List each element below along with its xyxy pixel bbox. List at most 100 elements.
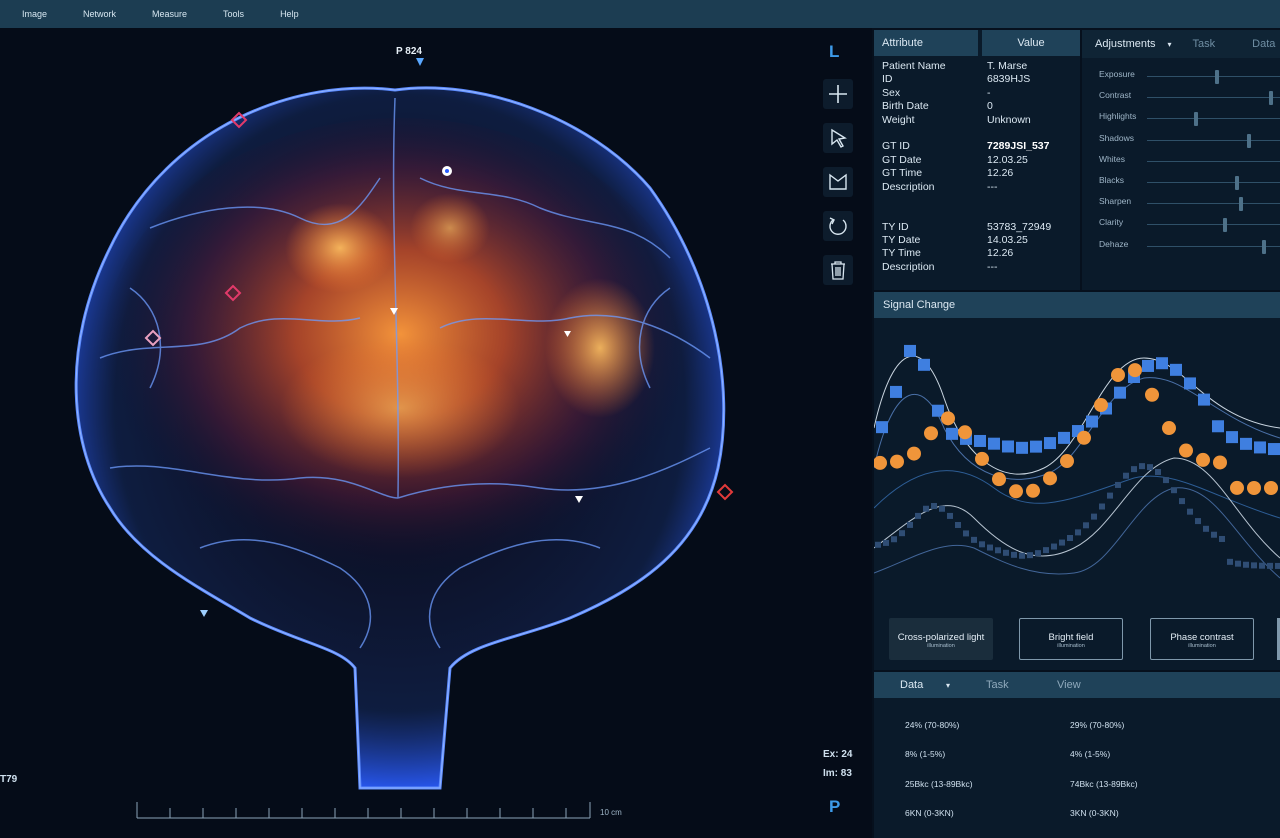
slider-track[interactable] — [1147, 160, 1280, 162]
series-dark-marker — [875, 541, 881, 548]
series-dark-marker — [1187, 508, 1193, 515]
slider-thumb[interactable] — [1247, 133, 1252, 148]
bright-field-button[interactable]: Bright field illumination — [1019, 618, 1123, 660]
slider-blacks[interactable]: Blacks — [1082, 171, 1280, 192]
series-dark-marker — [955, 521, 961, 528]
slider-track[interactable] — [1147, 182, 1280, 183]
slider-highlights[interactable]: Highlights — [1082, 107, 1280, 128]
slider-shadows[interactable]: Shadows — [1082, 129, 1280, 150]
attribute-column-header[interactable]: Attribute — [874, 30, 978, 56]
tab-task-bottom[interactable]: Task — [986, 679, 1009, 691]
series-dark-marker — [1115, 481, 1121, 488]
slider-thumb[interactable] — [1235, 176, 1240, 190]
slider-thumb[interactable] — [1268, 91, 1273, 106]
series-dark-marker — [1091, 513, 1097, 520]
attribute-value: 7289JSI_537 — [987, 140, 1050, 153]
slider-exposure[interactable]: Exposure — [1082, 65, 1280, 86]
rotate-icon — [829, 217, 847, 235]
slider-thumb[interactable] — [1223, 218, 1228, 233]
delete-tool-button[interactable] — [823, 255, 853, 285]
data-tabs: Data ▾ Task View — [874, 672, 1280, 698]
data-value-2b: 4% (1-5%) — [1070, 749, 1111, 759]
bright-field-sub: illumination — [1057, 643, 1085, 649]
slider-sharpen[interactable]: Sharpen — [1082, 192, 1280, 213]
tab-adjustments[interactable]: Adjustments — [1095, 38, 1156, 50]
series-dark-marker — [1019, 552, 1025, 559]
slider-track[interactable] — [1147, 224, 1280, 226]
slider-track[interactable] — [1147, 97, 1280, 99]
slider-thumb[interactable] — [1194, 112, 1199, 127]
slider-track[interactable] — [1147, 203, 1280, 205]
attribute-key: Birth Date — [882, 100, 929, 113]
slider-label: Dehaze — [1099, 238, 1129, 249]
series-orange-marker — [1094, 398, 1108, 413]
slider-thumb[interactable] — [1239, 197, 1244, 212]
series-blue-marker — [1016, 441, 1028, 454]
slider-track[interactable] — [1147, 245, 1280, 247]
slider-dehaze[interactable]: Dehaze — [1082, 235, 1280, 256]
attribute-key: ID — [882, 73, 893, 86]
tab-task[interactable]: Task — [1193, 38, 1216, 50]
menu-image[interactable]: Image — [22, 9, 47, 19]
menu-measure[interactable]: Measure — [152, 9, 187, 19]
attribute-key: GT Time — [882, 167, 923, 180]
plus-icon — [829, 85, 847, 103]
attribute-row: ID 6839HJS — [874, 73, 1080, 86]
adjustments-tabs: Adjustments ▾ Task Data — [1082, 30, 1280, 58]
slider-track[interactable] — [1147, 118, 1280, 120]
value-column-header[interactable]: Value — [982, 30, 1080, 56]
chevron-down-icon[interactable]: ▾ — [1168, 40, 1172, 49]
attribute-value: - — [987, 86, 991, 99]
select-tool-button[interactable] — [823, 123, 853, 153]
attribute-value: 12.26 — [987, 167, 1014, 180]
slider-whites[interactable]: Whites — [1082, 150, 1280, 171]
slider-label: Clarity — [1099, 217, 1124, 228]
slider-contrast[interactable]: Contrast — [1082, 86, 1280, 107]
phase-contrast-button[interactable]: Phase contrast illumination — [1150, 618, 1254, 660]
slider-track[interactable] — [1147, 76, 1280, 77]
tab-view-bottom[interactable]: View — [1057, 679, 1081, 691]
series-blue-marker — [1268, 443, 1280, 456]
series-blue-marker — [1240, 437, 1252, 450]
series-blue-marker — [904, 344, 916, 357]
series-orange-marker — [1128, 363, 1142, 378]
data-value-4b: 3KN (0-3KN) — [1070, 808, 1119, 818]
slider-track[interactable] — [1147, 139, 1280, 141]
menu-help[interactable]: Help — [280, 9, 299, 19]
tab-data[interactable]: Data — [1252, 38, 1275, 50]
lasso-tool-button[interactable] — [823, 167, 853, 197]
data-value-3b: 74Bkc (13-89Bkc) — [1070, 779, 1138, 789]
series-dark-marker — [1059, 539, 1065, 546]
series-blue-marker — [1002, 440, 1014, 453]
add-tool-button[interactable] — [823, 79, 853, 109]
chevron-down-icon[interactable]: ▾ — [946, 681, 950, 690]
cross-polarized-light-label: Cross-polarized light — [897, 632, 985, 643]
slider-label: Blacks — [1099, 175, 1125, 185]
menu-tools[interactable]: Tools — [223, 9, 244, 19]
slider-label: Shadows — [1099, 132, 1134, 143]
attribute-row: Patient Name T. Marse — [874, 60, 1080, 73]
menu-network[interactable]: Network — [83, 9, 116, 19]
series-dark-marker — [1211, 531, 1217, 538]
attribute-value: T. Marse — [987, 60, 1028, 72]
data-value-3a: 25Bkc (13-89Bkc) — [905, 779, 973, 789]
cross-polarized-light-button[interactable]: Cross-polarized light illumination — [889, 618, 993, 660]
slider-clarity[interactable]: Clarity — [1082, 213, 1280, 234]
tab-data-bottom[interactable]: Data — [900, 679, 923, 691]
slider-thumb[interactable] — [1215, 70, 1220, 84]
slider-thumb[interactable] — [1262, 239, 1267, 254]
data-panel: Data ▾ Task View 24% (70-80%) 8% (1-5%) … — [874, 672, 1280, 838]
data-value-1a: 24% (70-80%) — [905, 720, 960, 730]
series-orange-marker — [1060, 454, 1074, 469]
rotate-tool-button[interactable] — [823, 211, 853, 241]
attribute-value: 12.26 — [987, 247, 1014, 260]
attribute-key: Description — [882, 260, 935, 273]
series-dark-marker — [899, 530, 905, 537]
series-dark-marker — [1195, 518, 1201, 525]
series-orange-marker — [1247, 480, 1261, 495]
series-orange-marker — [1162, 421, 1176, 436]
series-dark-marker — [1107, 492, 1113, 499]
image-readout: Im: 83 — [823, 768, 852, 779]
brain-viewer[interactable]: P 824 L P Ex: 24 Im: 83 T79 10 cm — [0, 28, 872, 838]
attribute-key: Description — [882, 180, 935, 193]
